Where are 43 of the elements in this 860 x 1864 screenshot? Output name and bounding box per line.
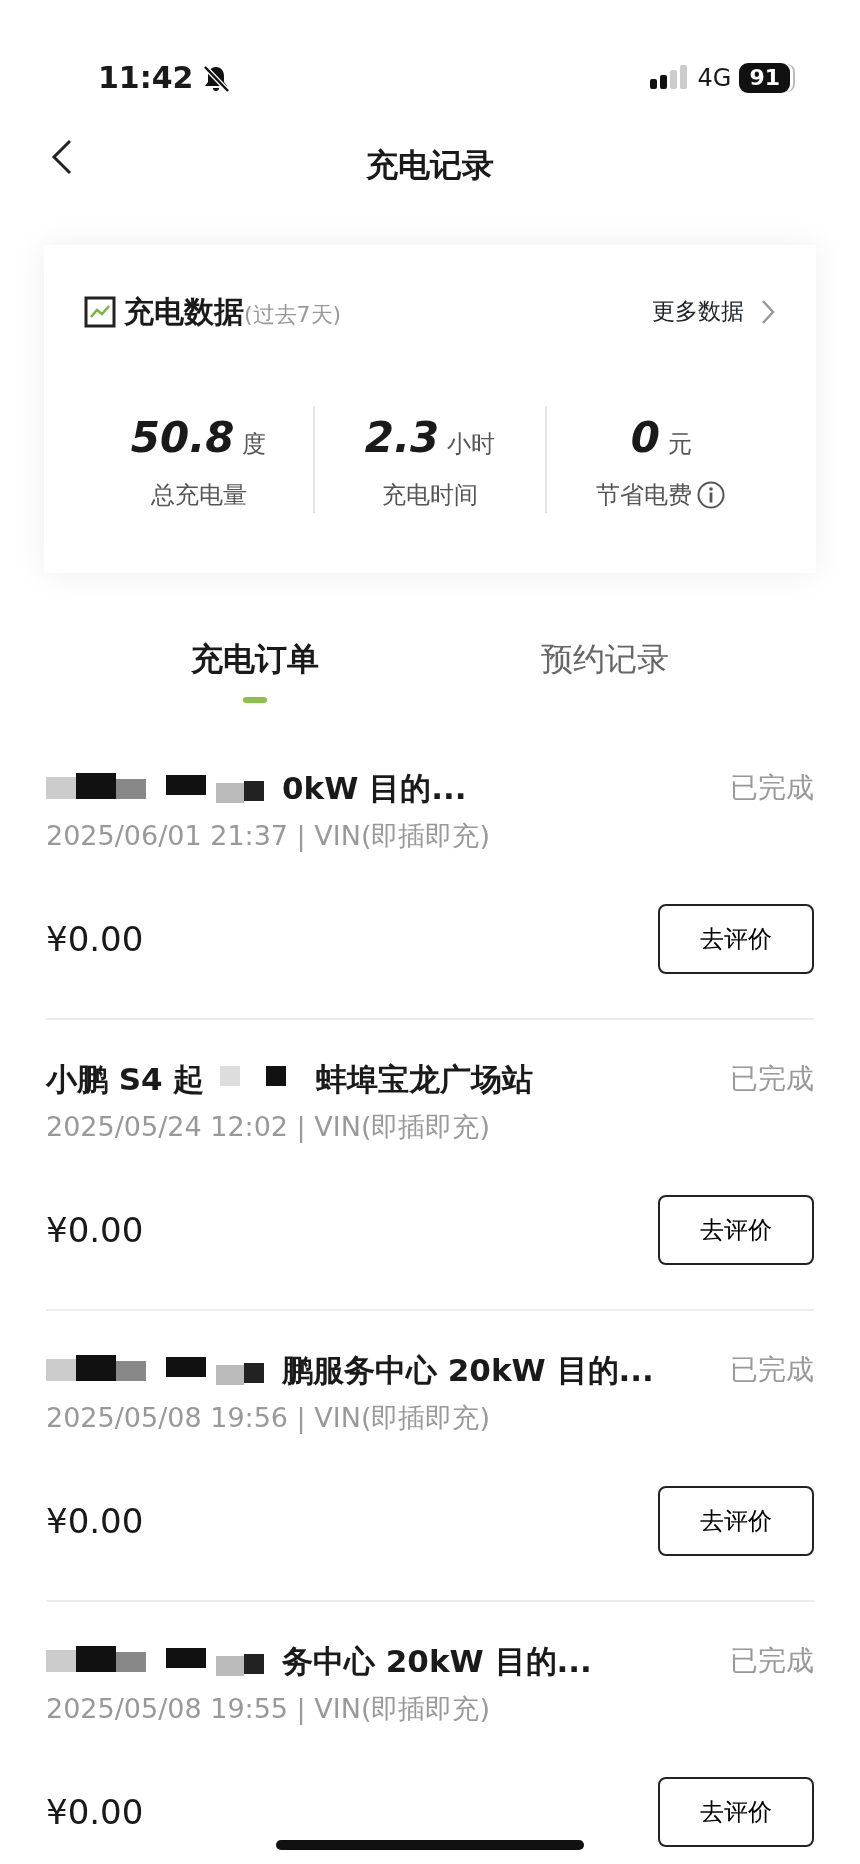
tab[interactable]: 充电订单 [191,635,319,719]
station-title: 蚌埠宝龙广场站 [316,1060,534,1099]
period-text: (过去7天) [244,302,342,329]
review-button[interactable]: 去评价 [658,1195,814,1265]
signal-icon [649,64,690,91]
muted-bell-icon [201,63,230,92]
price-text: ¥0.00 [46,1499,144,1543]
page-title: 充电记录 [366,145,494,186]
stat-value: 0 [630,412,660,464]
status-text: 已完成 [730,1643,814,1680]
order-meta: 2025/06/01 21:37 | VIN(即插即充) [46,818,491,854]
price-text: ¥0.00 [46,1790,144,1834]
stat-label: 总充电量 [150,480,247,511]
station-title: 0kW 目的... [282,769,467,808]
stat-value: 2.3 [364,412,440,464]
more-data-link[interactable]: 更多数据 [652,294,776,329]
review-button[interactable]: 去评价 [658,1777,814,1847]
back-button[interactable] [50,137,74,177]
stat-label: 充电时间 [382,480,478,511]
network-text: 4G [697,62,732,94]
order-meta: 2025/05/08 19:56 | VIN(即插即充) [46,1400,491,1436]
price-text: ¥0.00 [46,1208,144,1252]
review-button[interactable]: 去评价 [658,904,814,974]
order-meta: 2025/05/24 12:02 | VIN(即插即充) [46,1109,491,1145]
stat-unit: 度 [242,429,267,460]
station-title: 务中心 20kW 目的... [282,1642,592,1681]
stat-label: 节省电费 [596,480,693,511]
station-title-part: 小鹏 S4 起 [46,1060,205,1099]
stat-unit: 小时 [447,429,496,460]
price-text: ¥0.00 [46,917,144,961]
status-text: 已完成 [730,770,814,807]
time-text: 11:42 [98,59,194,97]
section-title: 充电数据 [124,293,244,331]
review-button[interactable]: 去评价 [658,1486,814,1556]
order-meta: 2025/05/08 19:55 | VIN(即插即充) [46,1691,491,1727]
back-icon [50,137,74,177]
tab[interactable]: 预约记录 [541,635,669,719]
chart-icon [84,295,116,328]
status-text: 已完成 [730,1061,814,1098]
stat-unit: 元 [667,429,692,460]
station-title: 鹏服务中心 20kW 目的... [282,1351,654,1390]
status-text: 已完成 [730,1352,814,1389]
stat-value: 50.8 [130,412,235,464]
